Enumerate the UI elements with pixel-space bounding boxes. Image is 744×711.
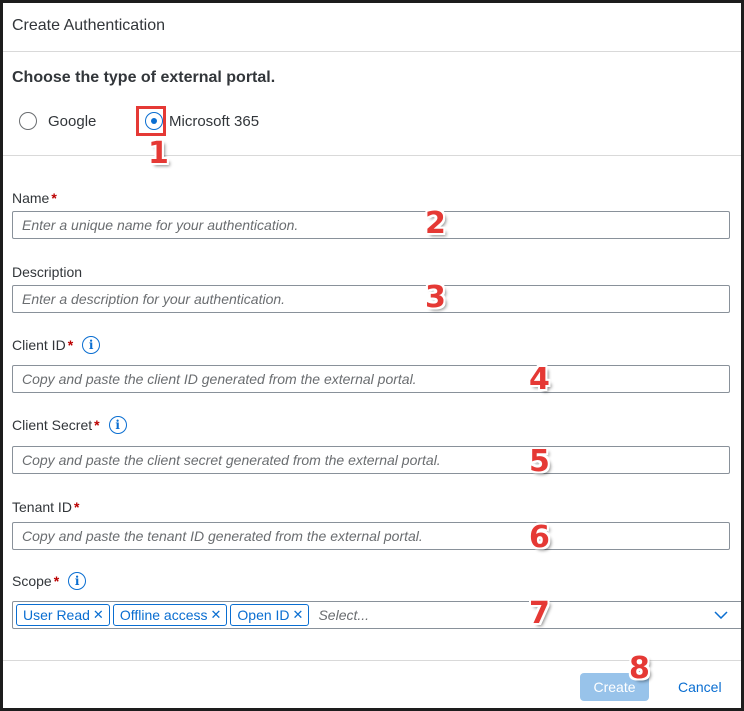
radio-label-google: Google	[48, 112, 97, 130]
client-secret-label: Client Secret * i	[12, 416, 127, 434]
dialog-title: Create Authentication	[12, 17, 165, 34]
token-text: Offline access	[119, 607, 208, 623]
close-icon[interactable]: ✕	[211, 607, 222, 623]
name-label: Name *	[12, 190, 57, 206]
tenant-id-label-text: Tenant ID	[12, 499, 72, 515]
scope-token-open-id[interactable]: Open ID ✕	[230, 604, 310, 626]
client-id-input[interactable]	[12, 365, 730, 393]
description-input[interactable]	[12, 285, 730, 313]
required-marker: *	[67, 337, 74, 353]
required-marker: *	[94, 417, 100, 433]
cancel-button[interactable]: Cancel	[672, 673, 728, 701]
tenant-id-label: Tenant ID *	[12, 499, 79, 515]
token-text: User Read	[23, 607, 90, 623]
close-icon[interactable]: ✕	[93, 607, 104, 623]
info-icon[interactable]: i	[108, 416, 127, 434]
client-id-label: Client ID * i	[12, 336, 101, 354]
token-text: Open ID	[237, 607, 290, 623]
scope-label: Scope * i	[12, 572, 87, 590]
client-secret-input[interactable]	[12, 446, 730, 474]
required-marker: *	[73, 499, 80, 515]
dialog-header: Create Authentication	[3, 3, 741, 52]
description-label-text: Description	[12, 264, 83, 280]
scope-label-text: Scope	[12, 573, 52, 589]
create-authentication-dialog: Create Authentication Choose the type of…	[3, 3, 741, 708]
create-button[interactable]: Create	[580, 673, 649, 701]
dialog-footer: Create Cancel	[3, 660, 741, 708]
radio-button-google[interactable]	[19, 112, 37, 130]
annotation-marker-1: 1	[148, 136, 169, 171]
description-label: Description	[12, 264, 82, 280]
annotation-highlight-box	[136, 106, 166, 136]
name-label-text: Name	[12, 190, 50, 206]
chevron-down-icon[interactable]	[706, 602, 736, 628]
radio-label-microsoft-365: Microsoft 365	[169, 112, 260, 130]
radio-option-google[interactable]: Google	[19, 109, 96, 133]
scope-multi-combobox[interactable]: User Read ✕ Offline access ✕ Open ID ✕ S…	[12, 601, 741, 629]
section-divider	[3, 155, 741, 156]
info-icon[interactable]: i	[68, 572, 87, 590]
close-icon[interactable]: ✕	[293, 607, 304, 623]
info-icon[interactable]: i	[82, 336, 101, 354]
tenant-id-input[interactable]	[12, 522, 730, 550]
client-id-label-text: Client ID	[12, 337, 66, 353]
client-secret-label-text: Client Secret	[12, 417, 93, 433]
scope-token-user-read[interactable]: User Read ✕	[16, 604, 110, 626]
required-marker: *	[53, 573, 60, 589]
required-marker: *	[51, 190, 57, 206]
scope-token-offline-access[interactable]: Offline access ✕	[112, 604, 228, 626]
scope-placeholder[interactable]: Select...	[318, 607, 706, 623]
name-input[interactable]	[12, 211, 730, 239]
portal-type-heading: Choose the type of external portal.	[12, 69, 276, 86]
